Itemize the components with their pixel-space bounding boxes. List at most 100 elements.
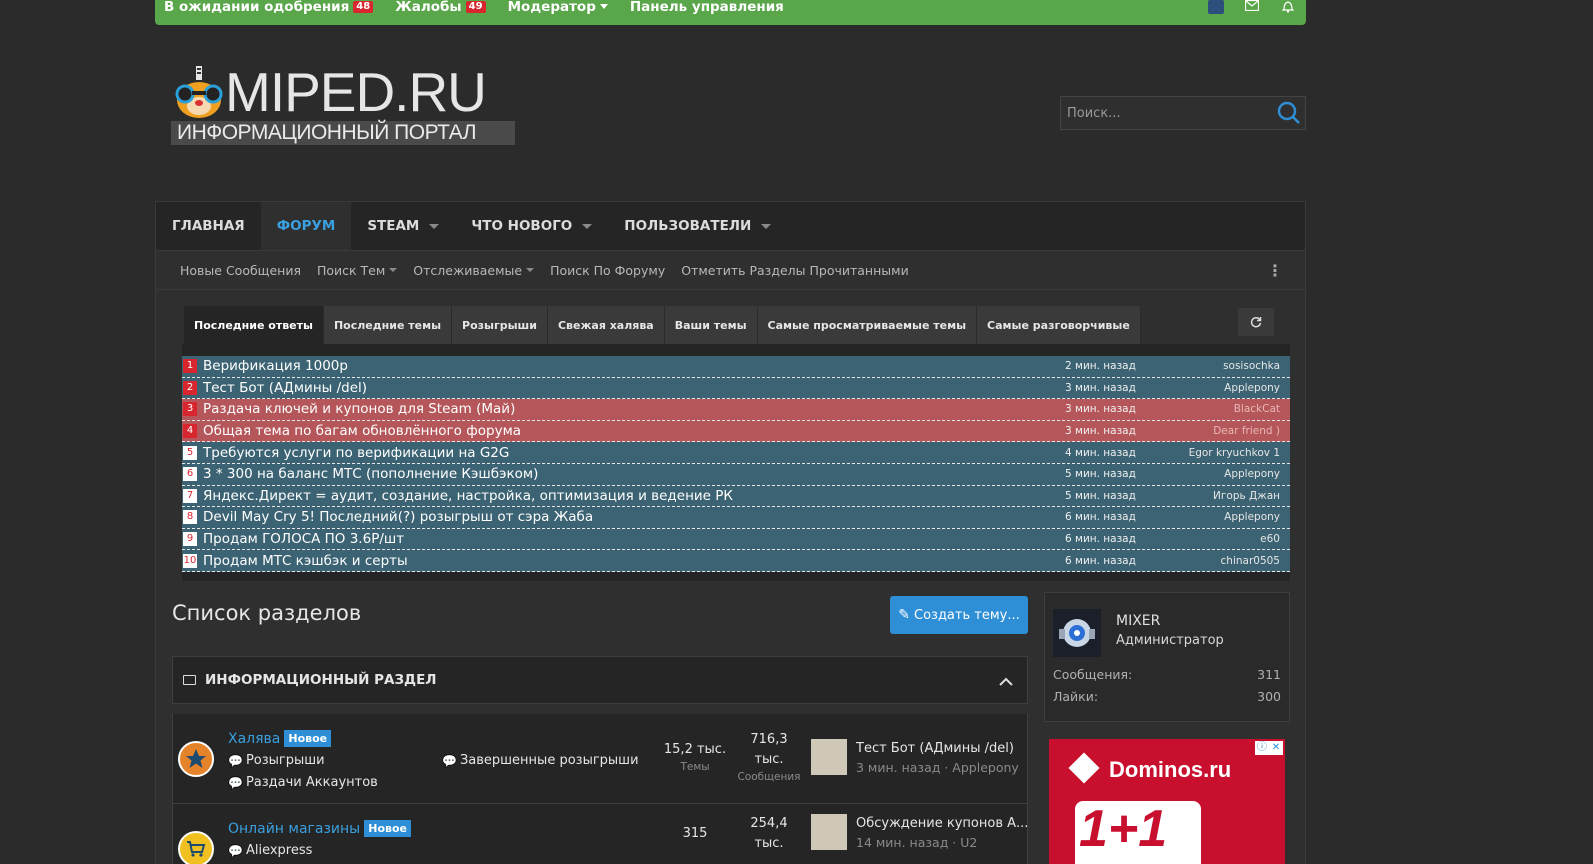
forum-title-label: Халява: [228, 730, 281, 747]
chevron-down-icon[interactable]: [429, 223, 440, 229]
thread-time: 3 мин. назад: [1065, 403, 1136, 416]
tab-forum[interactable]: ФОРУМ: [260, 202, 352, 250]
posts-label: Сообщения: [737, 771, 801, 783]
user-stat-messages: Сообщения: 311: [1053, 667, 1281, 682]
subnav-mark-read[interactable]: Отметить Разделы Прочитанными: [681, 263, 908, 278]
thread-user[interactable]: Dear friend ): [1213, 425, 1280, 437]
avatar[interactable]: [811, 814, 847, 850]
tab-users-label: ПОЛЬЗОВАТЕЛИ: [624, 218, 752, 234]
thread-row[interactable]: 1 Верификация 1000р 2 мин. назад sosisochka: [182, 356, 1290, 378]
thread-user[interactable]: sosisochka: [1223, 360, 1280, 372]
subforum-link[interactable]: 💬 Раздачи Аккаунтов: [228, 775, 378, 790]
thread-row[interactable]: 3 Раздача ключей и купонов для Steam (Май…: [182, 399, 1290, 421]
avatar[interactable]: [1053, 609, 1101, 657]
avatar-icon[interactable]: [1208, 0, 1224, 14]
category-header[interactable]: ИНФОРМАЦИОННЫЙ РАЗДЕЛ: [172, 656, 1028, 704]
thread-time: 5 мин. назад: [1065, 489, 1136, 502]
search-button[interactable]: [1273, 97, 1305, 129]
tab-most-viewed[interactable]: Самые просматриваемые темы: [757, 306, 978, 344]
tab-steam[interactable]: STEAM: [351, 202, 455, 250]
admin-panel-link[interactable]: Панель управления: [630, 0, 784, 15]
subforum-link[interactable]: 💬 Розыгрыши: [228, 753, 325, 768]
thread-number: 9: [183, 532, 197, 547]
subforum-label: Aliexpress: [245, 843, 313, 858]
threads-stat: 15,2 тыс. Темы: [663, 740, 727, 774]
thread-number: 7: [183, 488, 197, 503]
thread-row[interactable]: 8 Devil May Cry 5! Последний(?) розыгрыш …: [182, 507, 1290, 529]
logo-subtitle: ИНФОРМАЦИОННЫЙ ПОРТАЛ: [171, 121, 515, 145]
refresh-button[interactable]: [1238, 308, 1274, 336]
tab-home[interactable]: ГЛАВНАЯ: [156, 202, 261, 250]
thread-user[interactable]: BlackCat: [1234, 403, 1280, 415]
moderator-menu[interactable]: Модератор: [508, 0, 608, 15]
mail-icon[interactable]: [1244, 0, 1260, 14]
subnav-search-forum[interactable]: Поиск По Форуму: [550, 263, 665, 278]
tab-users[interactable]: ПОЛЬЗОВАТЕЛИ: [608, 202, 787, 250]
site-logo[interactable]: MIPED.RU ИНФОРМАЦИОННЫЙ ПОРТАЛ: [171, 62, 517, 148]
reports-link[interactable]: Жалобы 49: [395, 0, 486, 15]
last-post-title[interactable]: Обсуждение купонов А...: [856, 816, 1028, 831]
tab-whats-new[interactable]: ЧТО НОВОГО: [455, 202, 608, 250]
tab-giveaways[interactable]: Розыгрыши: [452, 306, 548, 344]
awaiting-approval-link[interactable]: В ожидании одобрения 48: [164, 0, 374, 15]
thread-user[interactable]: Applepony: [1224, 468, 1280, 480]
thread-row[interactable]: 63 * 300 на баланс МТС (пополнение Кэшбэ…: [182, 463, 1290, 486]
more-options-icon[interactable]: ⋮: [1267, 261, 1283, 280]
bell-icon[interactable]: [1280, 0, 1296, 14]
thread-user[interactable]: chinar0505: [1221, 555, 1280, 567]
thread-user[interactable]: e60: [1260, 533, 1280, 545]
subnav-watched[interactable]: Отслеживаемые: [413, 263, 535, 278]
subforum-link[interactable]: 💬 Завершенные розыгрыши: [442, 753, 639, 768]
chevron-down-icon[interactable]: [582, 223, 593, 229]
posts-count: 716,3 тыс.: [750, 732, 788, 767]
info-icon[interactable]: ⓘ: [1255, 741, 1269, 755]
chat-icon: 💬: [228, 753, 243, 768]
advertisement[interactable]: Dominos.ru 1+1 ⓘ ✕: [1049, 739, 1285, 864]
subforum-label: Розыгрыши: [245, 753, 325, 768]
forum-title[interactable]: Онлайн магазины Новое: [228, 820, 411, 837]
sub-nav: Новые Сообщения Поиск Тем Отслеживаемые …: [155, 250, 1306, 290]
stat-value: 300: [1257, 689, 1281, 704]
thread-user[interactable]: Игорь Джан: [1213, 490, 1280, 502]
last-post-meta: 3 мин. назад · Applepony: [856, 760, 1019, 775]
thread-row[interactable]: 10 Продам МТС кэшбэк и серты 6 мин. назад c…: [182, 550, 1290, 572]
create-thread-button[interactable]: ✎ Создать тему...: [890, 596, 1028, 634]
new-badge: Новое: [284, 730, 332, 747]
subnav-search-threads[interactable]: Поиск Тем: [317, 263, 398, 278]
subforum-link[interactable]: 💬 Aliexpress: [228, 843, 312, 858]
subnav-mark-read-label: Отметить Разделы Прочитанными: [681, 262, 909, 278]
tab-latest-replies[interactable]: Последние ответы: [184, 306, 324, 344]
thread-user[interactable]: Applepony: [1224, 511, 1280, 523]
thread-row[interactable]: 4 Общая тема по багам обновлённого форума…: [182, 420, 1290, 443]
thread-row[interactable]: 7 Яндекс.Директ = аудит, создание, настро…: [182, 485, 1290, 508]
thread-user[interactable]: Applepony: [1224, 382, 1280, 394]
avatar[interactable]: [811, 739, 847, 775]
username[interactable]: MIXER: [1116, 613, 1160, 629]
thread-row[interactable]: 5 Требуются услуги по верификации на G2G 4…: [182, 442, 1290, 464]
chat-icon: 💬: [442, 753, 457, 768]
subnav-new-posts[interactable]: Новые Сообщения: [180, 263, 301, 278]
chevron-up-icon[interactable]: [999, 671, 1013, 690]
moderator-label: Модератор: [507, 0, 596, 15]
thread-user[interactable]: Egor kryuchkov 1: [1189, 447, 1280, 459]
chevron-down-icon[interactable]: [761, 223, 772, 229]
chat-icon: 💬: [228, 843, 243, 858]
last-post-title[interactable]: Тест Бот (АДмины /del): [856, 741, 1014, 756]
mascot-logo-icon: [175, 66, 223, 118]
tab-latest-threads[interactable]: Последние темы: [323, 306, 453, 344]
search-input[interactable]: [1061, 105, 1273, 121]
thread-time: 3 мин. назад: [1065, 381, 1136, 394]
forum-title[interactable]: Халява Новое: [228, 730, 332, 747]
admin-panel-label: Панель управления: [629, 0, 784, 15]
thread-row[interactable]: 9 Продам ГОЛОСА ПО 3.6Р/шт 6 мин. назад e60: [182, 528, 1290, 551]
tab-forum-label: ФОРУМ: [276, 218, 336, 234]
tab-your-threads[interactable]: Ваши темы: [664, 306, 758, 344]
close-icon[interactable]: ✕: [1269, 741, 1283, 755]
tab-most-talkative[interactable]: Самые разговорчивые: [977, 306, 1141, 344]
ad-choices[interactable]: ⓘ ✕: [1255, 741, 1283, 755]
thread-number: 6: [183, 467, 197, 482]
tab-fresh-freebies[interactable]: Свежая халява: [547, 306, 665, 344]
thread-row[interactable]: 2 Тест Бот (АДмины /del) 3 мин. назад Apple…: [182, 377, 1290, 400]
thread-number: 8: [183, 510, 197, 525]
ad-brand: Dominos.ru: [1109, 757, 1232, 782]
